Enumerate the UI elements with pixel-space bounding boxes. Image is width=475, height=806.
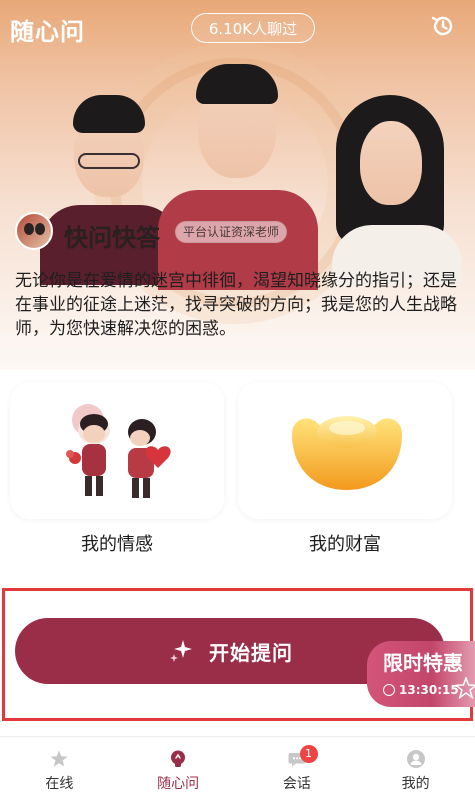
history-icon[interactable]	[429, 12, 457, 40]
promo-timer: 13:30:15	[383, 683, 459, 697]
category-label-wealth[interactable]: 我的财富	[238, 530, 452, 556]
chat-count-pill: 6.10K人聊过	[191, 13, 315, 43]
advisor-photo-right	[322, 95, 462, 285]
tab-label-profile: 我的	[401, 776, 430, 792]
couple-illustration	[66, 404, 171, 498]
promo-timer-value: 13:30:15	[399, 683, 459, 697]
tab-profile[interactable]: 我的	[356, 737, 475, 806]
star-icon	[455, 677, 475, 699]
expert-intro: 无论你是在爱情的迷宫中徘徊，渴望知晓缘分的指引；还是在事业的征途上迷茫，找寻突破…	[15, 271, 457, 339]
app-title: 随心问	[10, 18, 85, 46]
user-icon	[406, 750, 425, 768]
bottom-tab-bar: 在线 随心问 1 会话 我的	[0, 736, 475, 806]
clock-icon	[383, 684, 395, 696]
category-label-emotion[interactable]: 我的情感	[10, 530, 224, 556]
promo-title: 限时特惠	[383, 651, 463, 675]
start-asking-label: 开始提问	[209, 640, 293, 665]
advisor-photo-center	[158, 62, 318, 290]
bulb-icon	[171, 750, 186, 767]
tab-label-chats: 会话	[282, 776, 311, 792]
tab-label-online: 在线	[45, 776, 74, 792]
tab-label-ask: 随心问	[157, 776, 200, 792]
unread-badge: 1	[299, 745, 318, 763]
certification-badge: 平台认证资深老师	[175, 221, 288, 243]
expert-avatar[interactable]	[15, 212, 53, 250]
expert-name: 快问快答	[64, 224, 160, 252]
star-icon	[50, 750, 68, 767]
tab-chats[interactable]: 1 会话	[238, 737, 357, 806]
tab-ask[interactable]: 随心问	[119, 737, 238, 806]
limited-offer-badge[interactable]: 限时特惠 13:30:15	[367, 641, 475, 707]
tab-online[interactable]: 在线	[0, 737, 119, 806]
sparkle-icon	[170, 640, 192, 662]
gold-ingot-illustration	[292, 416, 402, 490]
